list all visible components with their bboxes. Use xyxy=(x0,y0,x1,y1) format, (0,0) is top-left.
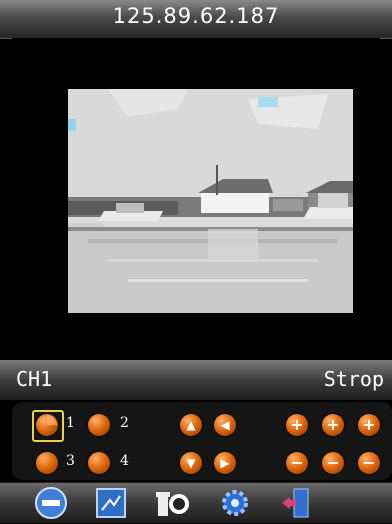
device-address: 125.89.62.187 xyxy=(112,4,280,28)
settings-button[interactable] xyxy=(218,486,252,520)
ptz-right-button[interactable]: ▶ xyxy=(214,452,236,474)
ptz-up-button[interactable]: ▲ xyxy=(180,414,202,436)
channel-3-button[interactable] xyxy=(36,452,58,474)
plus-icon: + xyxy=(290,415,304,434)
record-icon xyxy=(156,492,189,516)
channel-1-label: 1 xyxy=(66,415,75,431)
channel-1-icon xyxy=(47,415,57,425)
channel-1-button[interactable] xyxy=(36,414,58,436)
exit-icon xyxy=(282,488,309,518)
plus-icon: + xyxy=(362,415,376,434)
record-button[interactable] xyxy=(156,486,190,520)
stop-icon xyxy=(35,487,67,519)
video-viewport xyxy=(12,38,380,360)
exit-button[interactable] xyxy=(278,486,312,520)
minus-icon: − xyxy=(290,453,304,472)
arrow-right-icon: ▶ xyxy=(220,456,230,470)
ptz-down-button[interactable]: ▼ xyxy=(180,452,202,474)
minus-icon: − xyxy=(326,453,340,472)
zoom-in-button[interactable]: + xyxy=(286,414,308,436)
channel-4-button[interactable] xyxy=(88,452,110,474)
arrow-left-icon: ◀ xyxy=(220,418,230,432)
ptz-left-button[interactable]: ◀ xyxy=(214,414,236,436)
channel-2-label: 2 xyxy=(120,415,129,431)
channel-3-label: 3 xyxy=(66,453,75,469)
snapshot-icon xyxy=(96,488,126,518)
arrow-down-icon: ▼ xyxy=(186,456,196,470)
arrow-up-icon: ▲ xyxy=(186,418,196,432)
iris-open-button[interactable]: + xyxy=(358,414,380,436)
snapshot-button[interactable] xyxy=(94,486,128,520)
channel-label: CH1 xyxy=(16,367,53,391)
channel-4-label: 4 xyxy=(120,453,129,469)
mode-label: Strop xyxy=(323,367,384,391)
plus-icon: + xyxy=(326,415,340,434)
focus-out-button[interactable]: − xyxy=(322,452,344,474)
camera-video-frame[interactable] xyxy=(68,89,353,313)
stop-button[interactable] xyxy=(34,486,68,520)
minus-icon: − xyxy=(362,453,376,472)
channel-2-button[interactable] xyxy=(88,414,110,436)
focus-in-button[interactable]: + xyxy=(322,414,344,436)
settings-icon xyxy=(222,490,248,516)
iris-close-button[interactable]: − xyxy=(358,452,380,474)
camera-feed-image xyxy=(68,89,353,313)
zoom-out-button[interactable]: − xyxy=(286,452,308,474)
